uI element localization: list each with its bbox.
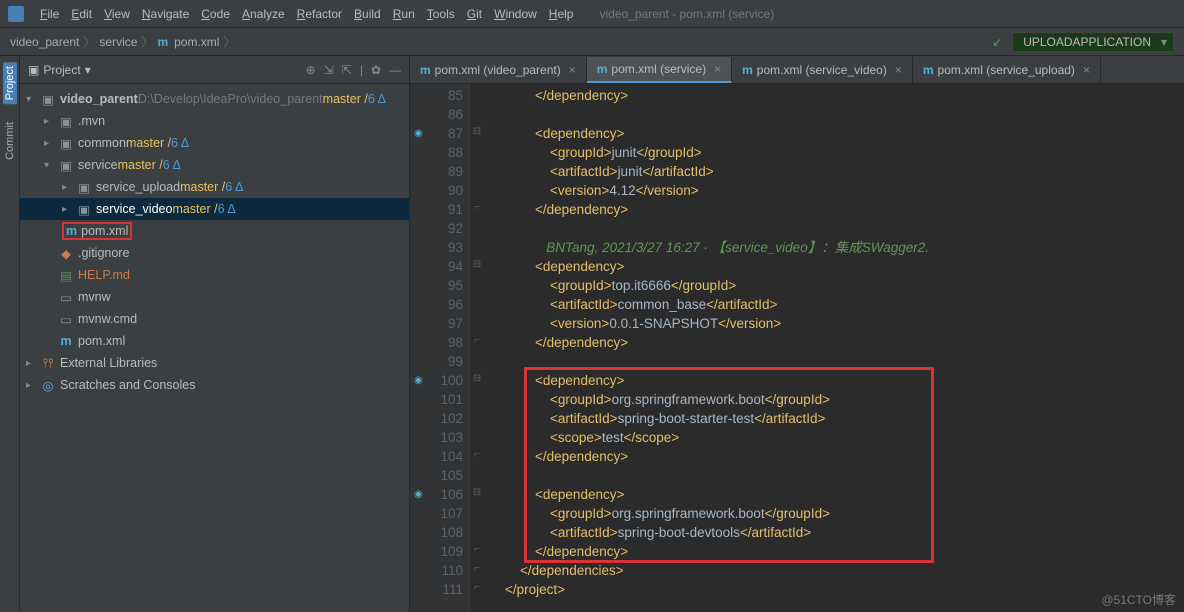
menu-edit[interactable]: Edit bbox=[65, 7, 98, 21]
editor-tab[interactable]: mpom.xml (service_video)× bbox=[732, 57, 913, 83]
menu-view[interactable]: View bbox=[98, 7, 136, 21]
editor-tab[interactable]: mpom.xml (service_upload)× bbox=[913, 57, 1101, 83]
editor-tab[interactable]: mpom.xml (video_parent)× bbox=[410, 57, 587, 83]
tree-row[interactable]: ▸▣service_upload master / 6 Δ bbox=[20, 176, 409, 198]
menu-refactor[interactable]: Refactor bbox=[291, 7, 348, 21]
close-icon[interactable]: × bbox=[1083, 63, 1090, 77]
window-title: video_parent - pom.xml (service) bbox=[599, 7, 774, 21]
tree-row[interactable]: ▾▣service master / 6 Δ bbox=[20, 154, 409, 176]
hide-icon[interactable]: — bbox=[389, 63, 401, 77]
tree-row[interactable]: ▸⫯⫯External Libraries bbox=[20, 352, 409, 374]
close-icon[interactable]: × bbox=[569, 63, 576, 77]
gutter-tab-commit[interactable]: Commit bbox=[3, 118, 17, 164]
menubar: FileEditViewNavigateCodeAnalyzeRefactorB… bbox=[0, 0, 1184, 28]
back-icon[interactable]: ↙ bbox=[992, 35, 1002, 49]
watermark: @51CTO博客 bbox=[1101, 591, 1176, 608]
app-logo-icon bbox=[8, 6, 24, 22]
tree-row[interactable]: ▭mvnw.cmd bbox=[20, 308, 409, 330]
menu-help[interactable]: Help bbox=[543, 7, 580, 21]
menu-navigate[interactable]: Navigate bbox=[136, 7, 195, 21]
tree-row[interactable]: ▾▣video_parent D:\Develop\IdeaPro\video_… bbox=[20, 88, 409, 110]
project-sidebar: ▣ Project ▾ ⊕ ⇲ ⇱ | ✿ — ▾▣video_parent D… bbox=[20, 56, 410, 612]
menu-window[interactable]: Window bbox=[488, 7, 543, 21]
project-tree[interactable]: ▾▣video_parent D:\Develop\IdeaPro\video_… bbox=[20, 84, 409, 400]
editor-tab[interactable]: mpom.xml (service)× bbox=[587, 57, 732, 83]
menu-tools[interactable]: Tools bbox=[421, 7, 461, 21]
tree-row[interactable]: ▤HELP.md bbox=[20, 264, 409, 286]
menu-analyze[interactable]: Analyze bbox=[236, 7, 291, 21]
menu-file[interactable]: File bbox=[34, 7, 65, 21]
collapse-icon[interactable]: ⇲ bbox=[324, 63, 334, 77]
tree-row[interactable]: ▸▣service_video master / 6 Δ bbox=[20, 198, 409, 220]
sidebar-title[interactable]: ▣ Project ▾ bbox=[28, 63, 91, 77]
menu-run[interactable]: Run bbox=[387, 7, 421, 21]
editor-tabs: mpom.xml (video_parent)×mpom.xml (servic… bbox=[410, 56, 1184, 84]
tree-row[interactable]: ▸▣common master / 6 Δ bbox=[20, 132, 409, 154]
menu-code[interactable]: Code bbox=[195, 7, 236, 21]
expand-icon[interactable]: ⇱ bbox=[342, 63, 352, 77]
tree-row[interactable]: mpom.xml bbox=[20, 330, 409, 352]
close-icon[interactable]: × bbox=[714, 62, 721, 76]
gear-icon[interactable]: ✿ bbox=[371, 63, 381, 77]
editor: mpom.xml (video_parent)×mpom.xml (servic… bbox=[410, 56, 1184, 612]
tree-row[interactable]: ▸◎Scratches and Consoles bbox=[20, 374, 409, 396]
toolbar: video_parent〉 service〉 mpom.xml〉 ↙ UPLOA… bbox=[0, 28, 1184, 56]
tree-row[interactable]: ▭mvnw bbox=[20, 286, 409, 308]
menu-git[interactable]: Git bbox=[461, 7, 488, 21]
tree-row[interactable]: ▸▣.mvn bbox=[20, 110, 409, 132]
tree-row[interactable]: mpom.xml bbox=[20, 220, 409, 242]
divider: | bbox=[360, 63, 363, 77]
run-config-selector[interactable]: UPLOADAPPLICATION bbox=[1012, 32, 1174, 52]
menu-build[interactable]: Build bbox=[348, 7, 387, 21]
breadcrumb[interactable]: video_parent〉 service〉 mpom.xml〉 bbox=[10, 33, 235, 50]
tree-row[interactable]: ◆.gitignore bbox=[20, 242, 409, 264]
left-gutter: Project Commit bbox=[0, 56, 20, 612]
close-icon[interactable]: × bbox=[895, 63, 902, 77]
target-icon[interactable]: ⊕ bbox=[306, 63, 316, 77]
gutter-tab-project[interactable]: Project bbox=[3, 62, 17, 104]
code-editor[interactable]: 8586◉87888990919293949596979899◉10010110… bbox=[410, 84, 1184, 612]
